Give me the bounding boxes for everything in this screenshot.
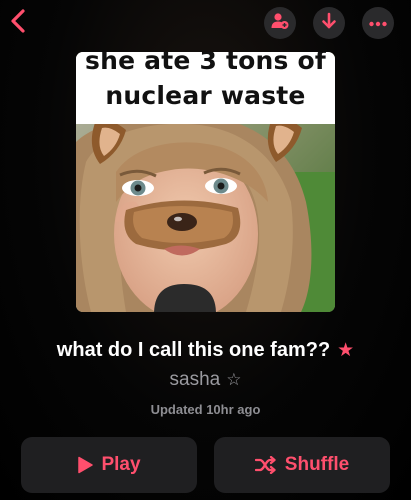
playlist-title: what do I call this one fam?? (56, 338, 331, 361)
owner-star-icon[interactable]: ☆ (226, 370, 241, 390)
shuffle-label: Shuffle (284, 454, 350, 475)
artwork-caption-line2: nuclear waste (105, 81, 306, 110)
artwork-caption-line1: she ate 3 tons of (85, 52, 326, 75)
arrow-down-icon (321, 12, 337, 35)
favorite-star-icon[interactable]: ★ (337, 339, 354, 362)
updated-timestamp: Updated 10hr ago (150, 402, 261, 417)
back-button[interactable] (6, 8, 30, 38)
play-button[interactable]: Play (21, 437, 197, 493)
top-bar (0, 0, 411, 50)
add-person-button[interactable] (264, 7, 296, 39)
person-add-icon (271, 12, 289, 35)
play-icon (77, 456, 94, 474)
ellipsis-icon (369, 14, 387, 32)
playlist-title-row: what do I call this one fam?? ★ (0, 336, 411, 364)
owner-row[interactable]: sasha ☆ (0, 366, 411, 394)
playlist-artwork[interactable]: she ate 3 tons of nuclear waste (76, 52, 335, 312)
shuffle-button[interactable]: Shuffle (214, 437, 390, 493)
play-label: Play (101, 454, 141, 475)
chevron-left-icon (10, 8, 26, 39)
artwork-caption: she ate 3 tons of nuclear waste (76, 52, 335, 124)
more-button[interactable] (362, 7, 394, 39)
owner-name[interactable]: sasha (170, 369, 221, 391)
download-button[interactable] (313, 7, 345, 39)
shuffle-icon (254, 456, 277, 474)
